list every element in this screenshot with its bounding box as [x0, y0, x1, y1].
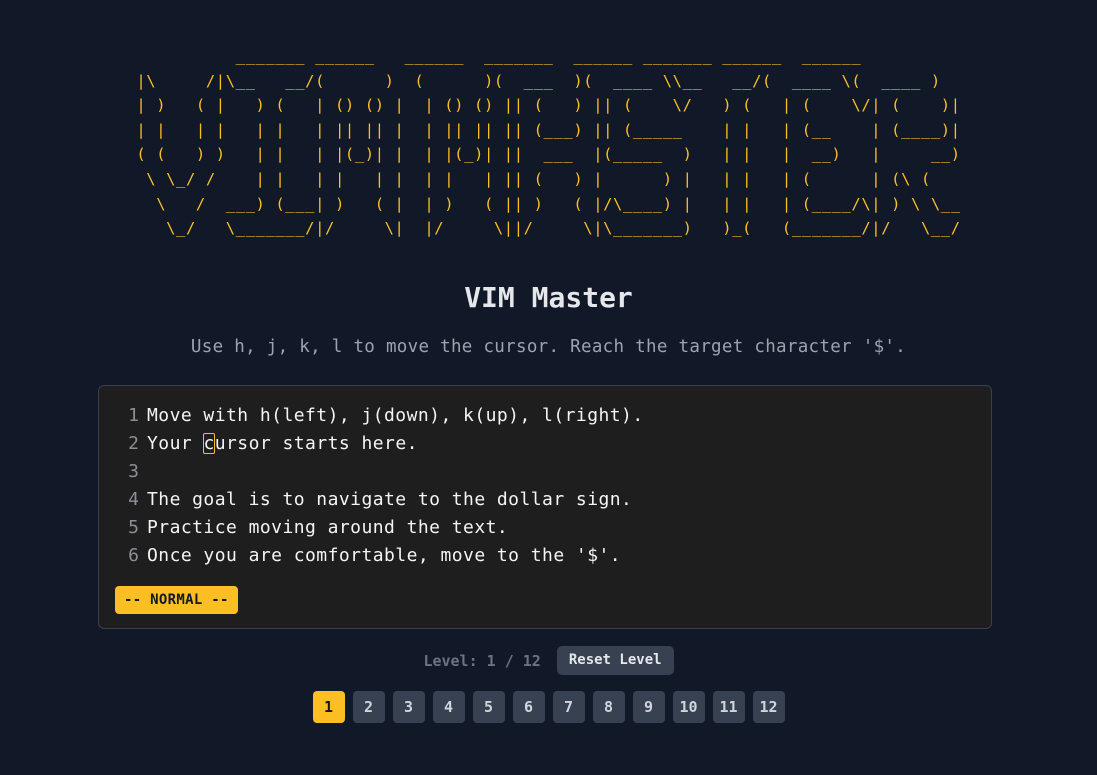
level-button-6[interactable]: 6 [512, 691, 545, 723]
line-text: Once you are comfortable, move to the '$… [147, 545, 622, 566]
level-button-12[interactable]: 12 [752, 691, 785, 723]
vim-cursor: c [203, 433, 215, 454]
line-text: Practice moving around the text. [147, 517, 509, 538]
line-number: 3 [128, 461, 139, 482]
editor-lines: 1 Move with h(left), j(down), k(up), l(r… [99, 402, 991, 570]
line-text-after-cursor: ursor starts here. [214, 433, 418, 454]
level-button-2[interactable]: 2 [352, 691, 385, 723]
line-number: 2 [128, 433, 139, 454]
level-button-9[interactable]: 9 [632, 691, 665, 723]
line-text-before-cursor: Your [147, 433, 204, 454]
level-button-3[interactable]: 3 [392, 691, 425, 723]
level-button-4[interactable]: 4 [432, 691, 465, 723]
level-controls: Level: 1 / 12 Reset Level [0, 646, 1097, 675]
line-number: 1 [128, 405, 139, 426]
editor-line: 6 Once you are comfortable, move to the … [99, 542, 991, 570]
mode-indicator: -- NORMAL -- [115, 586, 238, 614]
level-button-5[interactable]: 5 [472, 691, 505, 723]
editor-line: 2 Your cursor starts here. [99, 430, 991, 458]
level-indicator: Level: 1 / 12 [423, 651, 541, 670]
line-text: Move with h(left), j(down), k(up), l(rig… [147, 405, 644, 426]
ascii-logo: _______ ______ ______ _______ ______ ___… [0, 44, 1097, 241]
editor-line: 3 [99, 458, 991, 486]
line-number: 5 [128, 517, 139, 538]
level-button-1[interactable]: 1 [312, 691, 345, 723]
line-text: Your cursor starts here. [147, 430, 418, 458]
editor-line: 1 Move with h(left), j(down), k(up), l(r… [99, 402, 991, 430]
vim-editor[interactable]: 1 Move with h(left), j(down), k(up), l(r… [98, 385, 992, 629]
page-title: VIM Master [464, 281, 633, 314]
instructions-text: Use h, j, k, l to move the cursor. Reach… [190, 337, 907, 357]
level-button-10[interactable]: 10 [672, 691, 705, 723]
ascii-logo-art: _______ ______ ______ _______ ______ ___… [136, 47, 961, 238]
line-number: 6 [128, 545, 139, 566]
line-text: The goal is to navigate to the dollar si… [147, 489, 633, 510]
level-button-8[interactable]: 8 [592, 691, 625, 723]
line-number: 4 [128, 489, 139, 510]
reset-level-button[interactable]: Reset Level [556, 646, 674, 675]
editor-line: 4 The goal is to navigate to the dollar … [99, 486, 991, 514]
level-button-11[interactable]: 11 [712, 691, 745, 723]
level-button-7[interactable]: 7 [552, 691, 585, 723]
level-selector: 1 2 3 4 5 6 7 8 9 10 11 12 [0, 691, 1097, 723]
editor-line: 5 Practice moving around the text. [99, 514, 991, 542]
